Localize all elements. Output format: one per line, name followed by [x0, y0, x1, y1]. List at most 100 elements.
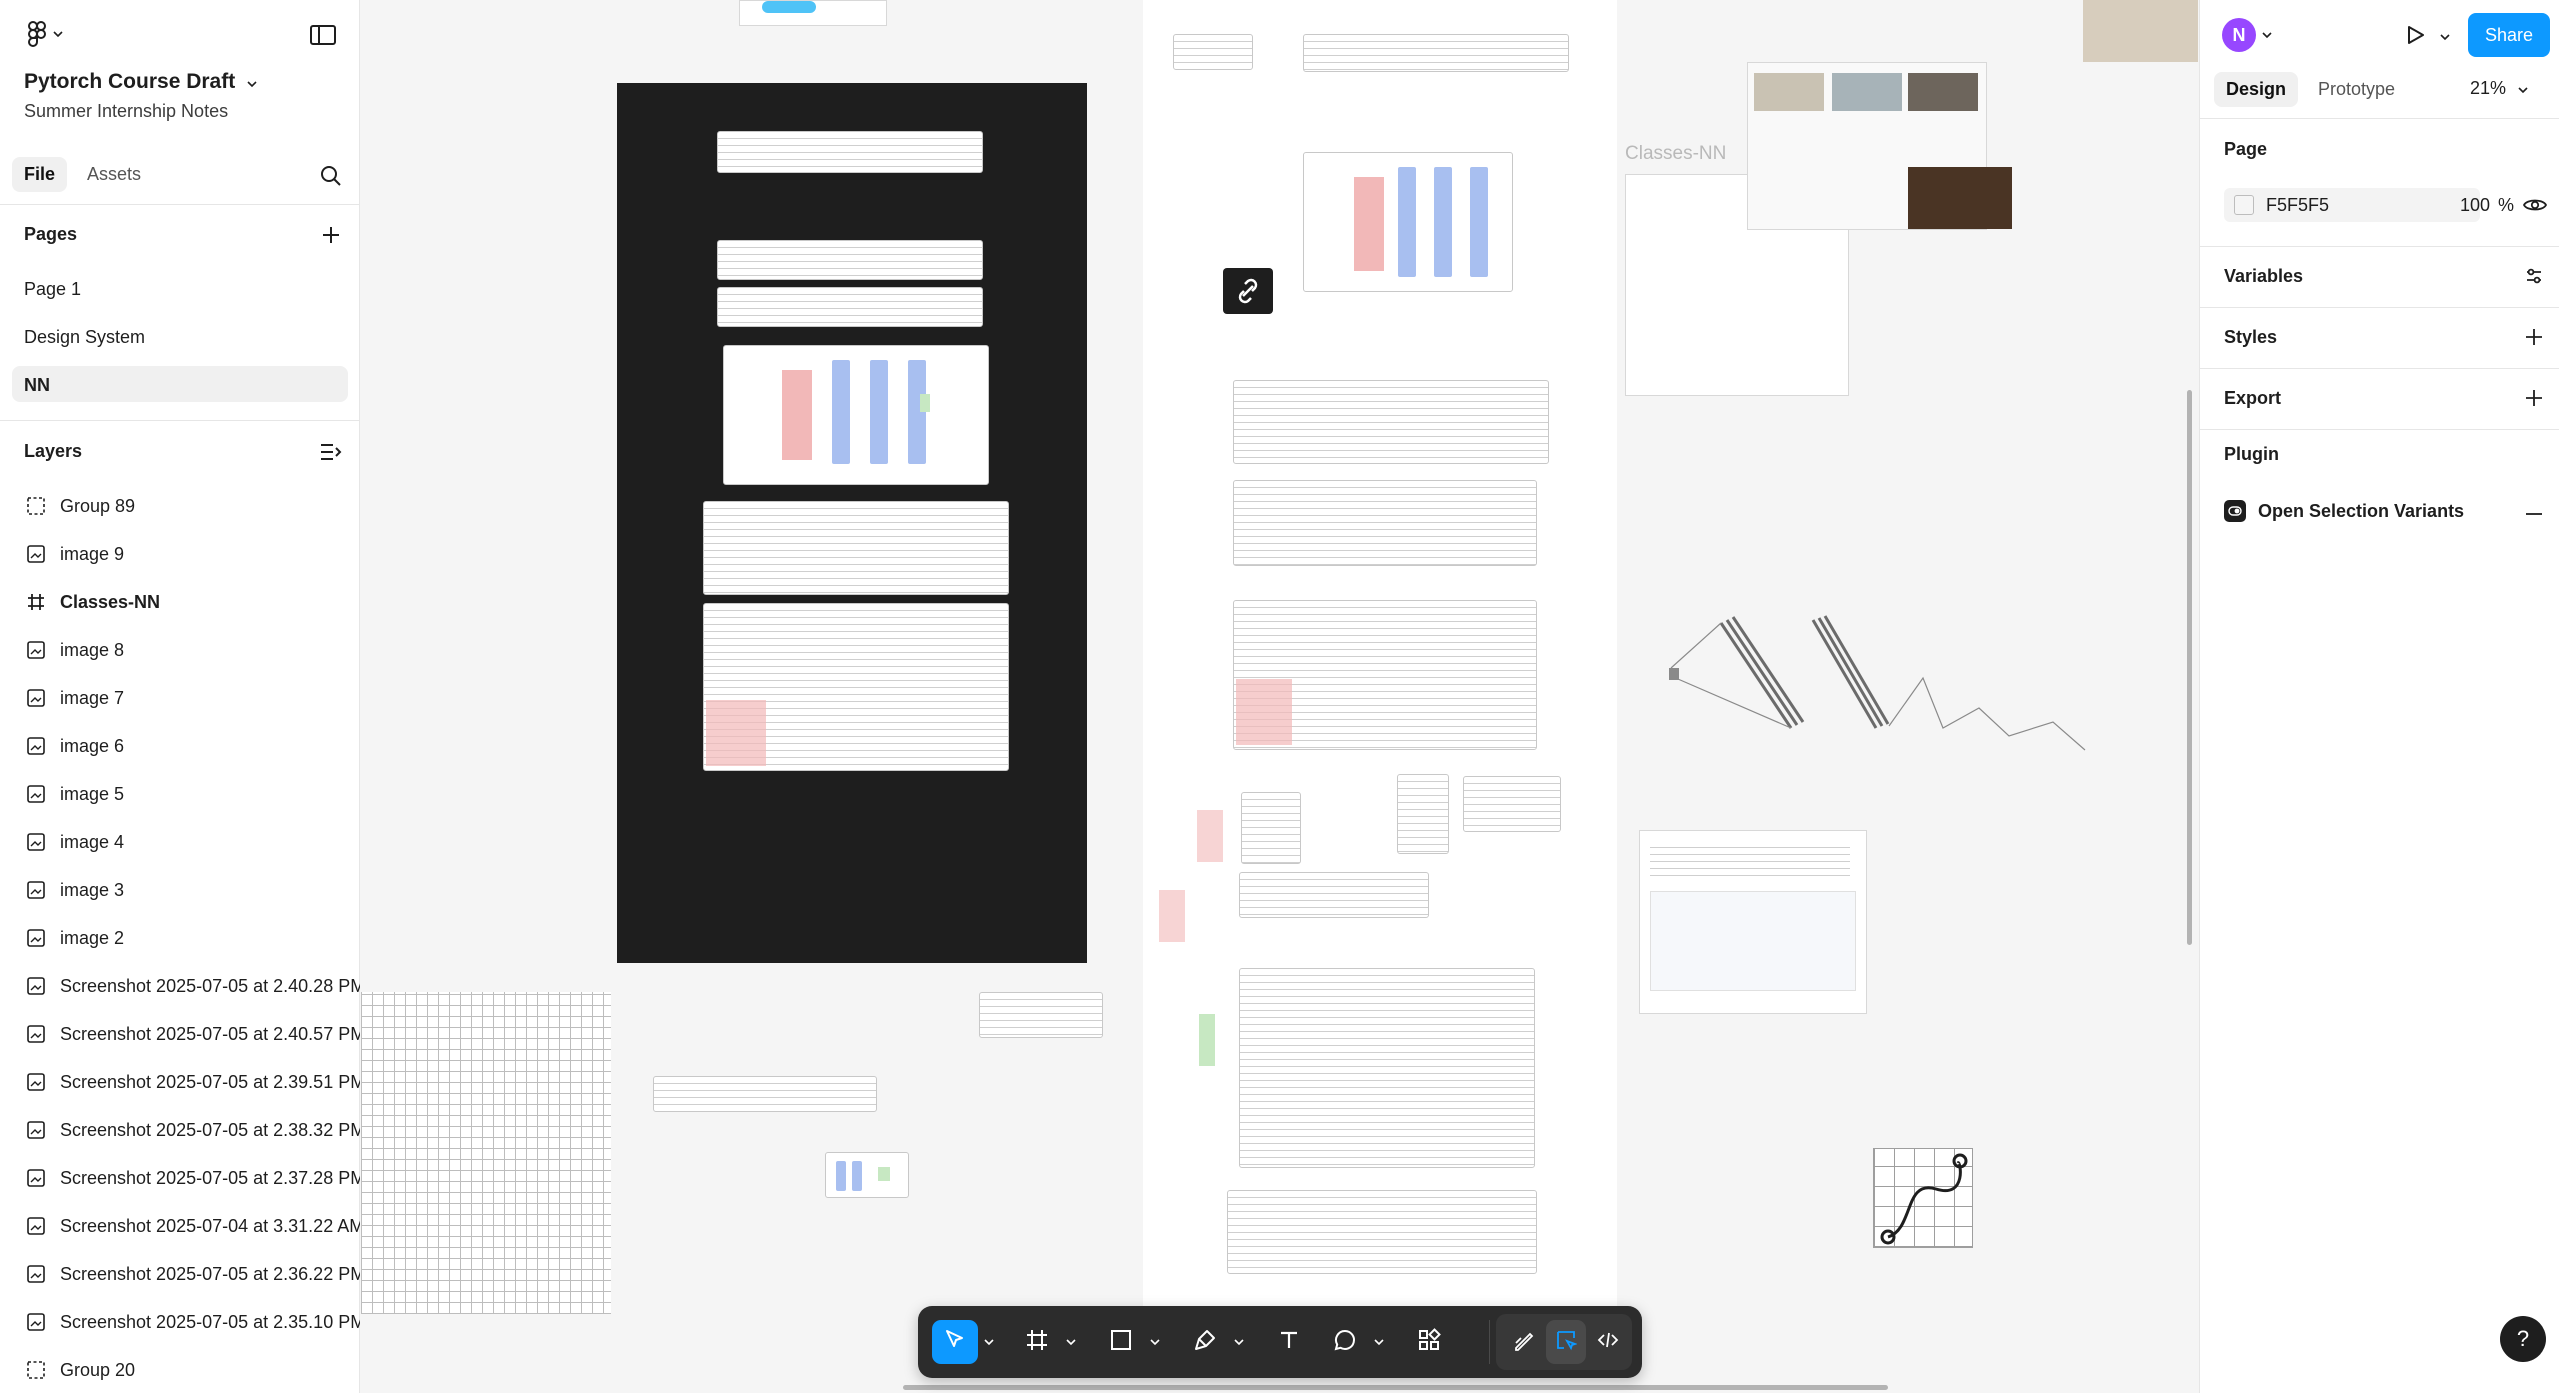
tab-assets[interactable]: Assets — [75, 157, 153, 192]
layer-item[interactable]: Screenshot 2025-07-05 at 2.40.57 PM — [0, 1010, 360, 1058]
layers-collapse-icon[interactable] — [316, 437, 346, 467]
page-color-field[interactable]: F5F5F5 — [2224, 188, 2480, 222]
canvas-thumbnail[interactable] — [717, 240, 983, 280]
image-icon — [26, 736, 46, 756]
layer-item[interactable]: Classes-NN — [0, 578, 360, 626]
draw-mode-button[interactable] — [1504, 1320, 1544, 1364]
plugin-item[interactable]: Open Selection Variants — [2224, 500, 2464, 522]
design-mode-button[interactable] — [1546, 1320, 1586, 1364]
canvas-thumbnail[interactable] — [717, 287, 983, 327]
layer-item[interactable]: image 8 — [0, 626, 360, 674]
actions-tool[interactable] — [1406, 1320, 1452, 1364]
canvas-code-snippet[interactable] — [979, 992, 1103, 1038]
canvas-image-top[interactable] — [739, 0, 887, 26]
layer-label: Classes-NN — [60, 591, 161, 612]
layer-list: Group 89 image 9 Classes-NN image 8 image 7 i… — [0, 482, 360, 1393]
canvas-image-photos[interactable] — [1747, 62, 2012, 230]
rectangle-tool[interactable] — [1098, 1320, 1144, 1364]
layer-item[interactable]: image 4 — [0, 818, 360, 866]
zoom-control[interactable]: 21% — [2470, 78, 2528, 99]
design-canvas[interactable]: Classes-NN — [361, 0, 2198, 1393]
present-button[interactable] — [2400, 20, 2430, 50]
page-item-nn[interactable]: NN — [12, 366, 348, 402]
training-loop-card[interactable] — [1639, 830, 1867, 1014]
notes-frame[interactable] — [1143, 0, 1617, 1310]
code-icon — [1597, 1329, 1619, 1356]
canvas-code-snippet[interactable] — [703, 603, 1009, 771]
add-export-icon[interactable] — [2520, 384, 2548, 412]
layer-item[interactable]: image 2 — [0, 914, 360, 962]
layer-item[interactable]: image 7 — [0, 674, 360, 722]
main-menu-button[interactable] — [22, 20, 68, 48]
move-tool[interactable] — [932, 1320, 978, 1364]
color-swatch[interactable] — [2234, 195, 2254, 215]
layer-item[interactable]: Screenshot 2025-07-05 at 2.35.10 PM — [0, 1298, 360, 1346]
layer-item[interactable]: image 6 — [0, 722, 360, 770]
share-button[interactable]: Share — [2468, 13, 2550, 57]
layer-label: image 9 — [60, 543, 125, 564]
canvas-thumbnail[interactable] — [825, 1152, 909, 1198]
page-item-page-1[interactable]: Page 1 — [12, 270, 348, 306]
search-icon[interactable] — [316, 161, 346, 191]
canvas-thumbnail[interactable] — [653, 1076, 877, 1112]
eye-icon[interactable] — [2520, 190, 2550, 220]
layer-item[interactable]: image 9 — [0, 530, 360, 578]
dev-mode-button[interactable] — [1588, 1320, 1628, 1364]
layer-label: Screenshot 2025-07-05 at 2.35.10 PM — [60, 1311, 360, 1332]
minus-icon[interactable] — [2520, 500, 2548, 528]
layer-label: Screenshot 2025-07-05 at 2.38.32 PM — [60, 1119, 360, 1140]
pen-tool[interactable] — [1182, 1320, 1228, 1364]
chevron-down-icon[interactable] — [2440, 28, 2450, 46]
variables-settings-icon[interactable] — [2520, 262, 2548, 290]
layer-item[interactable]: Screenshot 2025-07-05 at 2.38.32 PM — [0, 1106, 360, 1154]
image-icon — [26, 880, 46, 900]
cnn-diagram[interactable] — [1661, 598, 2095, 798]
page-opacity-field[interactable]: 100 % — [2444, 188, 2514, 222]
layer-label: image 4 — [60, 831, 125, 852]
tab-prototype[interactable]: Prototype — [2306, 72, 2407, 107]
frame-label[interactable]: Classes-NN — [1625, 143, 1726, 165]
chevron-down-icon[interactable] — [982, 1320, 996, 1364]
canvas-image-corner[interactable] — [2083, 0, 2198, 62]
chevron-down-icon[interactable] — [1148, 1320, 1162, 1364]
image-icon — [26, 1216, 46, 1236]
group-icon — [26, 1360, 46, 1380]
add-page-icon[interactable] — [316, 220, 346, 250]
add-style-icon[interactable] — [2520, 323, 2548, 351]
chevron-down-icon[interactable] — [1372, 1320, 1386, 1364]
chevron-down-icon[interactable] — [2262, 26, 2272, 44]
layer-item[interactable]: Screenshot 2025-07-04 at 3.31.22 AM — [0, 1202, 360, 1250]
frame-tool[interactable] — [1014, 1320, 1060, 1364]
canvas-code-snippet[interactable] — [703, 501, 1009, 595]
layer-item[interactable]: Screenshot 2025-07-05 at 2.36.22 PM — [0, 1250, 360, 1298]
canvas-diagram[interactable] — [723, 345, 989, 485]
image-icon — [26, 688, 46, 708]
layer-item[interactable]: Screenshot 2025-07-05 at 2.39.51 PM — [0, 1058, 360, 1106]
comment-tool[interactable] — [1322, 1320, 1368, 1364]
layer-item[interactable]: image 3 — [0, 866, 360, 914]
horizontal-scrollbar[interactable] — [903, 1385, 1888, 1390]
pen-icon — [1193, 1328, 1217, 1357]
chevron-down-icon[interactable] — [1064, 1320, 1078, 1364]
vertical-scrollbar[interactable] — [2187, 390, 2192, 945]
tab-design[interactable]: Design — [2214, 72, 2299, 107]
tab-file[interactable]: File — [12, 157, 68, 192]
layer-item[interactable]: Group 20 — [0, 1346, 360, 1393]
grid-image[interactable] — [361, 992, 611, 1314]
help-button[interactable]: ? — [2500, 1316, 2546, 1362]
avatar[interactable]: N — [2222, 18, 2256, 52]
chevron-down-icon — [247, 70, 257, 94]
layer-item[interactable]: Screenshot 2025-07-05 at 2.37.28 PM — [0, 1154, 360, 1202]
layer-item[interactable]: Screenshot 2025-07-05 at 2.40.28 PM — [0, 962, 360, 1010]
canvas-thumbnail[interactable] — [717, 131, 983, 173]
layer-item[interactable]: image 5 — [0, 770, 360, 818]
text-tool[interactable] — [1266, 1320, 1312, 1364]
page-item-design-system[interactable]: Design System — [12, 318, 348, 354]
play-diagram-image[interactable] — [1873, 1148, 1973, 1248]
chevron-down-icon[interactable] — [1232, 1320, 1246, 1364]
file-title[interactable]: Pytorch Course Draft — [24, 70, 257, 94]
layer-item[interactable]: Group 89 — [0, 482, 360, 530]
dark-frame[interactable] — [617, 83, 1087, 963]
sidebar-toggle-icon[interactable] — [308, 20, 338, 50]
pages-heading: Pages — [24, 224, 78, 244]
